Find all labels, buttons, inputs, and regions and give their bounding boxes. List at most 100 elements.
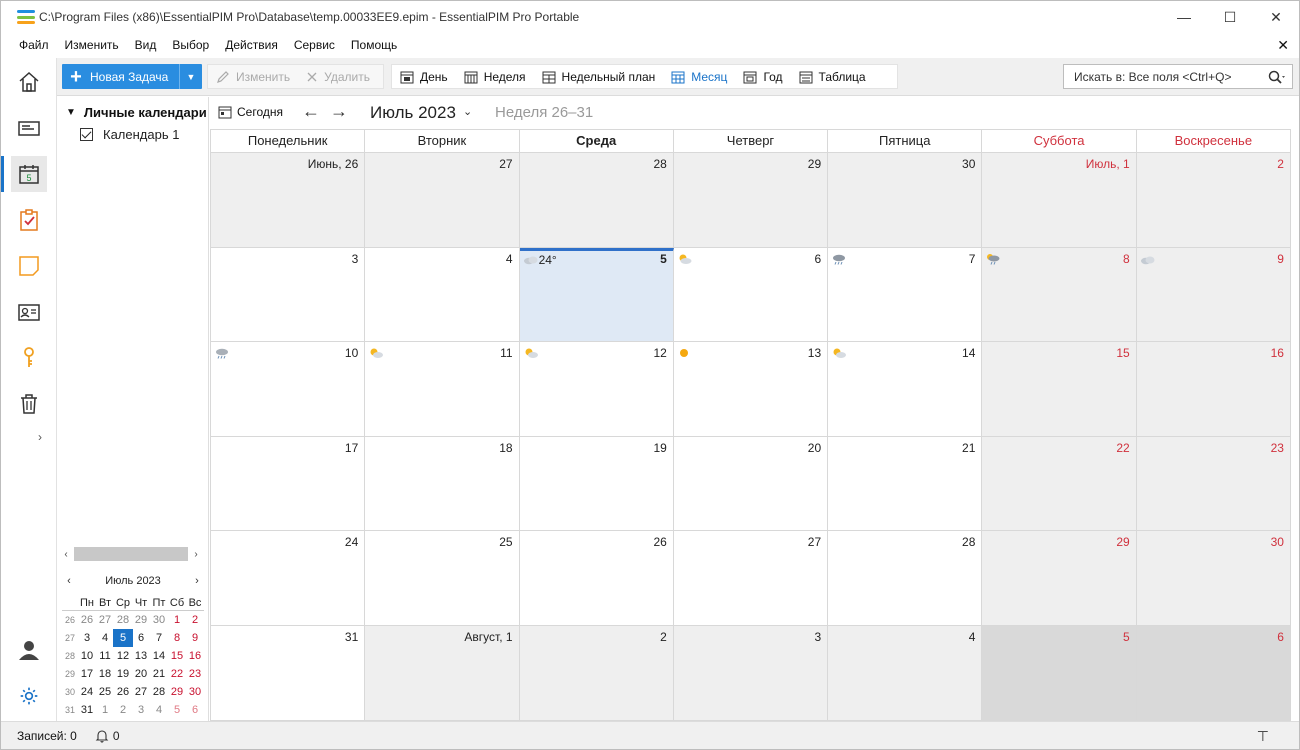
day-cell[interactable]: 16 [1136,342,1291,436]
mini-day[interactable]: 1 [96,702,114,718]
day-cell[interactable]: 24 [211,531,366,625]
day-cell[interactable]: 3 [673,625,829,720]
mini-day[interactable]: 14 [150,648,168,664]
mini-day[interactable]: 2 [114,702,132,718]
prev-month-button[interactable]: ← [302,101,320,122]
day-cell[interactable]: 6 [1136,625,1291,720]
day-cell[interactable]: Июнь, 26 [211,153,366,247]
day-cell[interactable]: 7 [828,247,983,342]
menu-view[interactable]: Вид [127,33,165,57]
day-cell[interactable]: 27 [673,531,829,625]
view-week-plan-button[interactable]: Недельный план [534,65,664,88]
day-cell[interactable]: 22 [982,436,1137,531]
mini-day[interactable]: 27 [132,684,150,700]
mini-day[interactable]: 26 [78,612,96,628]
mini-day-today[interactable]: 5 [113,629,133,647]
menu-tools[interactable]: Сервис [286,33,343,57]
day-cell[interactable]: 4 [365,247,520,342]
mini-day[interactable]: 24 [78,684,96,700]
mini-day[interactable]: 3 [78,630,96,646]
day-cell[interactable]: 3 [211,247,366,342]
day-cell[interactable]: 10 [211,342,366,436]
mini-day[interactable]: 12 [114,648,132,664]
mini-day[interactable]: 31 [78,702,96,718]
nav-passwords[interactable] [11,340,47,376]
scroll-left-icon[interactable]: ‹ [58,549,74,560]
day-cell[interactable]: 9 [1136,247,1291,342]
mini-day[interactable]: 29 [168,684,186,700]
day-cell[interactable]: 13 [673,342,829,436]
mini-day[interactable]: 7 [150,630,168,646]
mini-prev-month-icon[interactable]: ‹ [58,575,80,587]
nav-settings[interactable] [11,678,47,714]
mini-day[interactable]: 28 [114,612,132,628]
mini-day[interactable]: 3 [132,702,150,718]
month-title[interactable]: Июль 2023 [370,103,456,123]
menu-file[interactable]: Файл [1,33,57,57]
mini-day[interactable]: 13 [132,648,150,664]
menu-help[interactable]: Помощь [343,33,405,57]
mini-day[interactable]: 29 [132,612,150,628]
mini-day[interactable]: 10 [78,648,96,664]
mini-day[interactable]: 27 [96,612,114,628]
day-cell[interactable]: 12 [519,342,674,436]
nav-home[interactable] [11,64,47,100]
mini-day[interactable]: 17 [78,666,96,682]
scroll-right-icon[interactable]: › [188,549,204,560]
day-cell[interactable]: 4 [828,625,983,720]
view-table-button[interactable]: Таблица [791,65,874,88]
mini-day[interactable]: 28 [150,684,168,700]
mini-day[interactable]: 2 [186,612,204,628]
mini-day[interactable]: 20 [132,666,150,682]
search-input[interactable]: Искать в: Все поля <Ctrl+Q> [1063,64,1293,89]
day-cell[interactable]: 25 [365,531,520,625]
day-cell[interactable]: Июль, 1 [982,153,1137,247]
nav-notes[interactable] [11,248,47,284]
mini-day[interactable]: 16 [186,648,204,664]
mini-next-month-icon[interactable]: › [186,575,208,587]
calendar-group-header[interactable]: ▼ Личные календари [66,105,207,120]
day-cell[interactable]: 8 [982,247,1137,342]
mini-day[interactable]: 19 [114,666,132,682]
day-cell[interactable]: 28 [828,531,983,625]
nav-mail[interactable] [11,110,47,146]
nav-trash[interactable] [11,386,47,422]
nav-tasks[interactable] [11,202,47,238]
mini-day[interactable]: 8 [168,630,186,646]
day-cell[interactable]: 2 [519,625,674,720]
search-icon[interactable] [1262,70,1292,84]
mini-day[interactable]: 23 [186,666,204,682]
day-cell-today[interactable]: 24° 5 [519,247,674,342]
day-cell[interactable]: 19 [519,436,674,531]
delete-button[interactable]: Удалить [298,65,378,88]
close-document-button[interactable]: ✕ [1277,37,1289,54]
nav-account[interactable] [11,632,47,668]
mini-day[interactable]: 22 [168,666,186,682]
mini-day[interactable]: 25 [96,684,114,700]
day-cell[interactable]: 14 [828,342,983,436]
day-cell[interactable]: 30 [1136,531,1291,625]
mini-day[interactable]: 1 [168,612,186,628]
mini-day[interactable]: 26 [114,684,132,700]
calendar-checkbox[interactable] [80,128,93,141]
day-cell[interactable]: 2 [1136,153,1291,247]
mini-day[interactable]: 5 [168,702,186,718]
scrollbar-thumb[interactable] [74,547,188,561]
day-cell[interactable]: 29 [673,153,829,247]
view-day-button[interactable]: День [392,65,456,88]
edit-button[interactable]: Изменить [208,65,298,88]
mini-day[interactable]: 6 [132,630,150,646]
mini-day[interactable]: 11 [96,648,114,664]
mini-day[interactable]: 4 [96,630,114,646]
menu-actions[interactable]: Действия [217,33,286,57]
day-cell[interactable]: 29 [982,531,1137,625]
close-button[interactable]: ✕ [1253,1,1299,33]
today-button[interactable]: Сегодня [218,105,283,119]
view-month-button[interactable]: Месяц [663,65,735,88]
day-cell[interactable]: 17 [211,436,366,531]
mini-day[interactable]: 21 [150,666,168,682]
view-week-button[interactable]: Неделя [456,65,534,88]
day-cell[interactable]: 11 [365,342,520,436]
mini-day[interactable]: 30 [186,684,204,700]
calendar-item[interactable]: Календарь 1 [80,127,179,142]
